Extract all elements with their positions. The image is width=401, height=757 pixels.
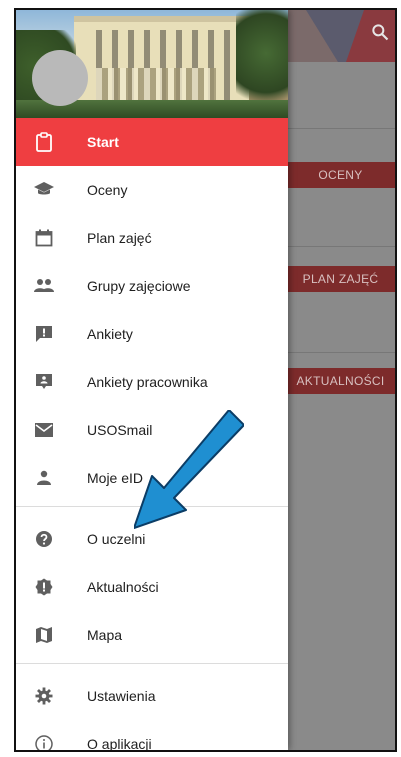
menu-item-aktualnosci[interactable]: Aktualności bbox=[16, 563, 288, 611]
menu-item-label: Oceny bbox=[87, 182, 128, 198]
menu-item-label: Ankiety bbox=[87, 326, 133, 342]
navigation-drawer: Start Oceny Plan zajęć Grupy zajęciowe A… bbox=[16, 10, 288, 750]
menu-item-label: Ustawienia bbox=[87, 688, 156, 704]
menu-item-label: Plan zajęć bbox=[87, 230, 152, 246]
person-icon bbox=[33, 467, 55, 489]
feedback-icon bbox=[33, 323, 55, 345]
menu-item-o-aplikacji[interactable]: O aplikacji bbox=[16, 720, 288, 752]
graduation-cap-icon bbox=[33, 179, 55, 201]
menu-item-moje-eid[interactable]: Moje eID bbox=[16, 454, 288, 502]
menu-divider bbox=[16, 663, 288, 664]
plan-zajec-button[interactable]: PLAN ZAJĘĆ bbox=[286, 266, 395, 292]
avatar[interactable] bbox=[32, 50, 88, 106]
info-icon bbox=[33, 733, 55, 750]
phone-screen: OCENY PLAN ZAJĘĆ AKTUALNOŚCI Start Oceny… bbox=[14, 8, 397, 752]
menu-item-ustawienia[interactable]: Ustawienia bbox=[16, 672, 288, 720]
clipboard-icon bbox=[33, 131, 55, 153]
menu-item-label: O uczelni bbox=[87, 531, 146, 547]
menu-item-label: Grupy zajęciowe bbox=[87, 278, 191, 294]
map-icon bbox=[33, 624, 55, 646]
menu-item-o-uczelni[interactable]: O uczelni bbox=[16, 515, 288, 563]
menu-item-ankiety-pracownika[interactable]: Ankiety pracownika bbox=[16, 358, 288, 406]
help-icon bbox=[33, 528, 55, 550]
menu-item-mapa[interactable]: Mapa bbox=[16, 611, 288, 659]
menu-item-label: Start bbox=[87, 134, 119, 150]
menu-item-label: Mapa bbox=[87, 627, 123, 643]
menu-item-label: USOSmail bbox=[87, 422, 153, 438]
menu-item-oceny[interactable]: Oceny bbox=[16, 166, 288, 214]
aktualnosci-button[interactable]: AKTUALNOŚCI bbox=[286, 368, 395, 394]
calendar-icon bbox=[33, 227, 55, 249]
drawer-header-image bbox=[16, 10, 288, 118]
menu-divider bbox=[16, 506, 288, 507]
menu-item-start[interactable]: Start bbox=[16, 118, 288, 166]
menu-item-usosmail[interactable]: USOSmail bbox=[16, 406, 288, 454]
employee-feedback-icon bbox=[33, 371, 55, 393]
search-icon[interactable] bbox=[367, 22, 393, 48]
menu-item-label: Aktualności bbox=[87, 579, 159, 595]
menu-item-label: O aplikacji bbox=[87, 736, 152, 752]
menu-item-label: Ankiety pracownika bbox=[87, 374, 208, 390]
menu-item-plan-zajec[interactable]: Plan zajęć bbox=[16, 214, 288, 262]
menu-item-grupy-zajeciowe[interactable]: Grupy zajęciowe bbox=[16, 262, 288, 310]
oceny-button[interactable]: OCENY bbox=[286, 162, 395, 188]
mail-icon bbox=[33, 419, 55, 441]
announcement-icon bbox=[33, 576, 55, 598]
menu-item-label: Moje eID bbox=[87, 470, 144, 486]
settings-icon bbox=[33, 685, 55, 707]
group-icon bbox=[33, 275, 55, 297]
drawer-menu: Start Oceny Plan zajęć Grupy zajęciowe A… bbox=[16, 118, 288, 752]
menu-item-ankiety[interactable]: Ankiety bbox=[16, 310, 288, 358]
